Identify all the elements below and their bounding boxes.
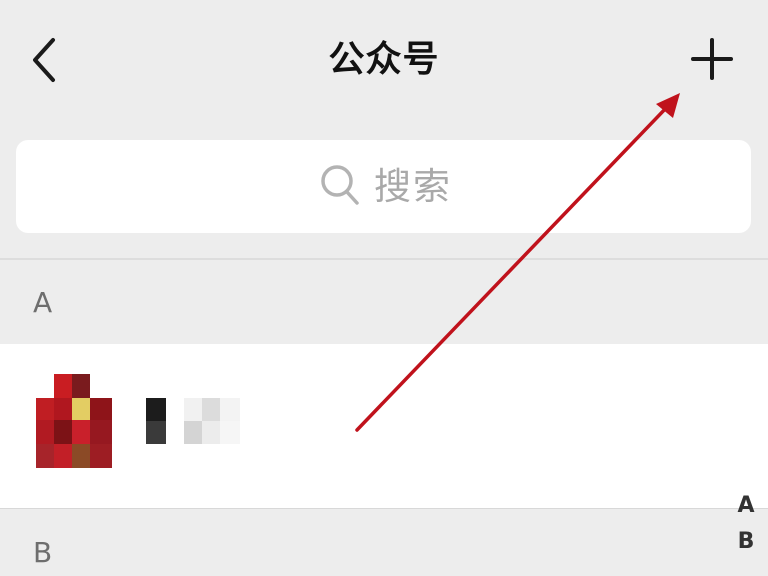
divider xyxy=(0,508,768,509)
add-button[interactable] xyxy=(680,28,744,92)
search-placeholder: 搜索 xyxy=(374,165,452,208)
navigation-bar: 公众号 xyxy=(0,0,768,120)
page-title: 公众号 xyxy=(328,39,440,80)
search-icon xyxy=(318,162,362,208)
divider xyxy=(0,258,768,260)
alphabet-index-bar[interactable]: A B xyxy=(728,488,764,560)
index-letter-b[interactable]: B xyxy=(728,524,764,560)
avatar xyxy=(36,374,112,468)
list-item[interactable] xyxy=(0,344,768,508)
index-letter-a[interactable]: A xyxy=(728,488,764,524)
plus-icon xyxy=(691,38,733,80)
account-name xyxy=(146,398,246,444)
section-header-a: A xyxy=(33,286,53,319)
section-header-b: B xyxy=(33,536,53,569)
